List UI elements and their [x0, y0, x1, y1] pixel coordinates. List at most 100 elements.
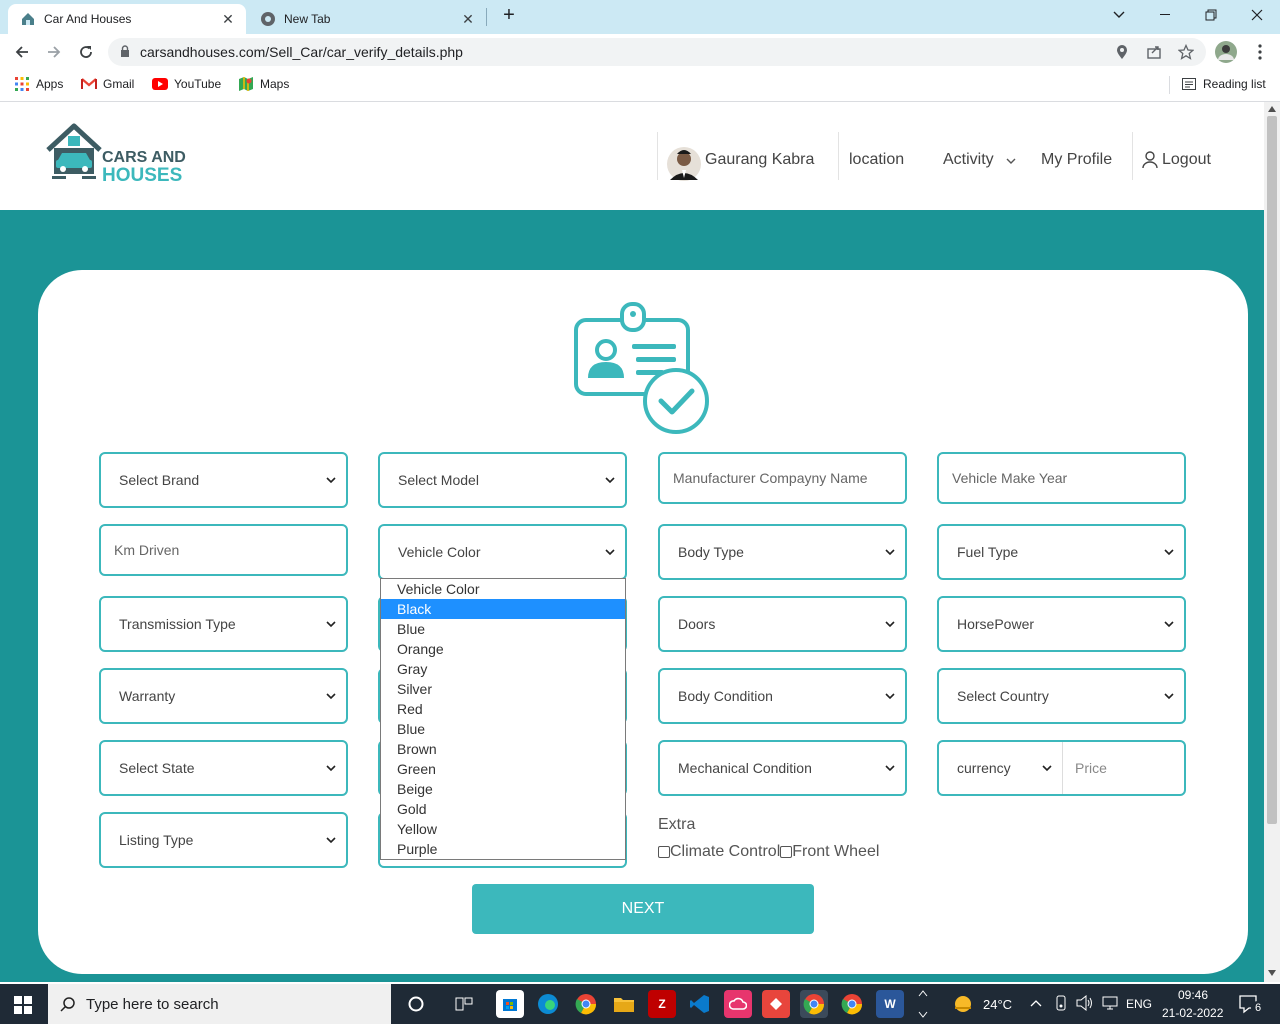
reading-list-button[interactable]: Reading list	[1181, 76, 1266, 92]
color-option[interactable]: Orange	[381, 639, 625, 659]
select-country[interactable]: Select Country	[937, 668, 1186, 724]
scroll-down-arrow-icon[interactable]	[1268, 970, 1276, 976]
share-icon[interactable]	[1142, 40, 1166, 64]
select-body-type[interactable]: Body Type	[658, 524, 907, 580]
cortana-icon[interactable]	[402, 990, 430, 1018]
nav-logout[interactable]: Logout	[1162, 151, 1211, 169]
select-doors[interactable]: Doors	[658, 596, 907, 652]
taskbar-scroll-arrows[interactable]	[917, 986, 929, 1022]
task-view-icon[interactable]	[450, 990, 478, 1018]
select-model[interactable]: Select Model	[378, 452, 627, 508]
word-icon[interactable]: W	[876, 990, 904, 1018]
file-explorer-icon[interactable]	[610, 990, 638, 1018]
vscode-icon[interactable]	[686, 990, 714, 1018]
anydesk-icon[interactable]	[762, 990, 790, 1018]
show-hidden-icons-chevron-up-icon[interactable]	[1030, 996, 1042, 1010]
color-option[interactable]: Blue	[381, 719, 625, 739]
nav-location[interactable]: location	[849, 151, 904, 169]
color-option[interactable]: Blue	[381, 619, 625, 639]
lock-icon	[120, 44, 130, 60]
location-pin-icon[interactable]	[1110, 40, 1134, 64]
chrome-profile-b-icon[interactable]	[838, 990, 866, 1018]
bookmark-apps[interactable]: Apps	[14, 76, 63, 92]
front-wheel-checkbox[interactable]	[780, 846, 793, 858]
activity-chevron-down-icon[interactable]	[1006, 158, 1016, 165]
select-horsepower[interactable]: HorsePower	[937, 596, 1186, 652]
select-body-condition[interactable]: Body Condition	[658, 668, 907, 724]
km-driven-input[interactable]: Km Driven	[99, 524, 348, 576]
page-scrollbar[interactable]	[1264, 102, 1280, 982]
nav-activity[interactable]: Activity	[943, 151, 994, 169]
clock-date[interactable]: 21-02-2022	[1162, 1006, 1223, 1020]
chrome-active-icon[interactable]	[800, 990, 828, 1018]
back-button[interactable]	[10, 40, 34, 64]
profile-avatar-icon[interactable]	[1214, 40, 1238, 64]
weather-sun-icon[interactable]	[952, 994, 974, 1017]
tab-new-tab[interactable]: New Tab ✕	[248, 4, 486, 34]
forward-button[interactable]	[42, 40, 66, 64]
filezilla-icon[interactable]: Z	[648, 990, 676, 1018]
store-icon[interactable]	[496, 990, 524, 1018]
restore-button[interactable]	[1188, 0, 1234, 30]
chrome-profile-g-icon[interactable]	[572, 990, 600, 1018]
windows-start-icon[interactable]	[14, 996, 32, 1017]
scroll-up-arrow-icon[interactable]	[1268, 106, 1276, 112]
manufacturer-input[interactable]: Manufacturer Compayny Name	[658, 452, 907, 504]
new-tab-button[interactable]: +	[498, 4, 520, 28]
color-option[interactable]: Brown	[381, 739, 625, 759]
climate-control-checkbox[interactable]	[658, 846, 670, 858]
tab-car-and-houses[interactable]: Car And Houses ✕	[8, 4, 246, 34]
bookmark-gmail[interactable]: Gmail	[81, 76, 134, 92]
select-mechanical-condition[interactable]: Mechanical Condition	[658, 740, 907, 796]
speaker-volume-icon[interactable]	[1076, 994, 1094, 1014]
minimize-button[interactable]	[1142, 0, 1188, 30]
edge-icon[interactable]	[534, 990, 562, 1018]
bookmark-youtube[interactable]: YouTube	[152, 76, 221, 92]
select-vehicle-color[interactable]: Vehicle Color	[378, 524, 627, 580]
weather-temp[interactable]: 24°C	[983, 997, 1012, 1012]
taskbar-search-box[interactable]: Type here to search	[48, 984, 391, 1024]
select-fuel-type[interactable]: Fuel Type	[937, 524, 1186, 580]
select-warranty[interactable]: Warranty	[99, 668, 348, 724]
color-option[interactable]: Green	[381, 759, 625, 779]
select-currency[interactable]: currency	[939, 742, 1063, 794]
bookmark-maps[interactable]: Maps	[238, 76, 289, 92]
meet-now-icon[interactable]	[1054, 995, 1068, 1014]
apps-grid-icon	[14, 76, 30, 92]
color-option[interactable]: Silver	[381, 679, 625, 699]
nav-my-profile[interactable]: My Profile	[1041, 151, 1112, 169]
close-window-button[interactable]	[1234, 0, 1280, 30]
color-option[interactable]: Yellow	[381, 819, 625, 839]
scrollbar-thumb[interactable]	[1267, 116, 1277, 824]
bookmark-star-icon[interactable]	[1174, 40, 1198, 64]
next-button[interactable]: NEXT	[472, 884, 814, 934]
house-favicon-icon	[20, 11, 36, 27]
creative-cloud-icon[interactable]	[724, 990, 752, 1018]
color-option[interactable]: Black	[381, 599, 625, 619]
color-option[interactable]: Purple	[381, 839, 625, 859]
color-option[interactable]: Red	[381, 699, 625, 719]
tab-search-chevron-icon[interactable]	[1096, 0, 1142, 30]
user-avatar[interactable]	[667, 142, 701, 182]
select-listing-type[interactable]: Listing Type	[99, 812, 348, 868]
user-name-link[interactable]: Gaurang Kabra	[705, 151, 814, 169]
clock-time[interactable]: 09:46	[1178, 988, 1208, 1002]
select-transmission[interactable]: Transmission Type	[99, 596, 348, 652]
more-menu-icon[interactable]	[1248, 40, 1272, 64]
price-input[interactable]: Price	[1075, 742, 1107, 794]
maps-icon	[238, 76, 254, 92]
select-brand[interactable]: Select Brand	[99, 452, 348, 508]
tab-close-icon[interactable]: ✕	[460, 11, 476, 28]
color-option[interactable]: Gray	[381, 659, 625, 679]
color-option[interactable]: Beige	[381, 779, 625, 799]
color-option[interactable]: Vehicle Color	[381, 579, 625, 599]
site-logo[interactable]: CARS AND HOUSES	[44, 122, 194, 186]
color-option[interactable]: Gold	[381, 799, 625, 819]
tab-close-icon[interactable]: ✕	[220, 11, 236, 28]
reload-button[interactable]	[74, 40, 98, 64]
language-indicator[interactable]: ENG	[1126, 997, 1152, 1011]
select-state[interactable]: Select State	[99, 740, 348, 796]
make-year-input[interactable]: Vehicle Make Year	[937, 452, 1186, 504]
address-bar[interactable]: carsandhouses.com/Sell_Car/car_verify_de…	[108, 38, 1206, 66]
network-icon[interactable]	[1101, 995, 1119, 1014]
